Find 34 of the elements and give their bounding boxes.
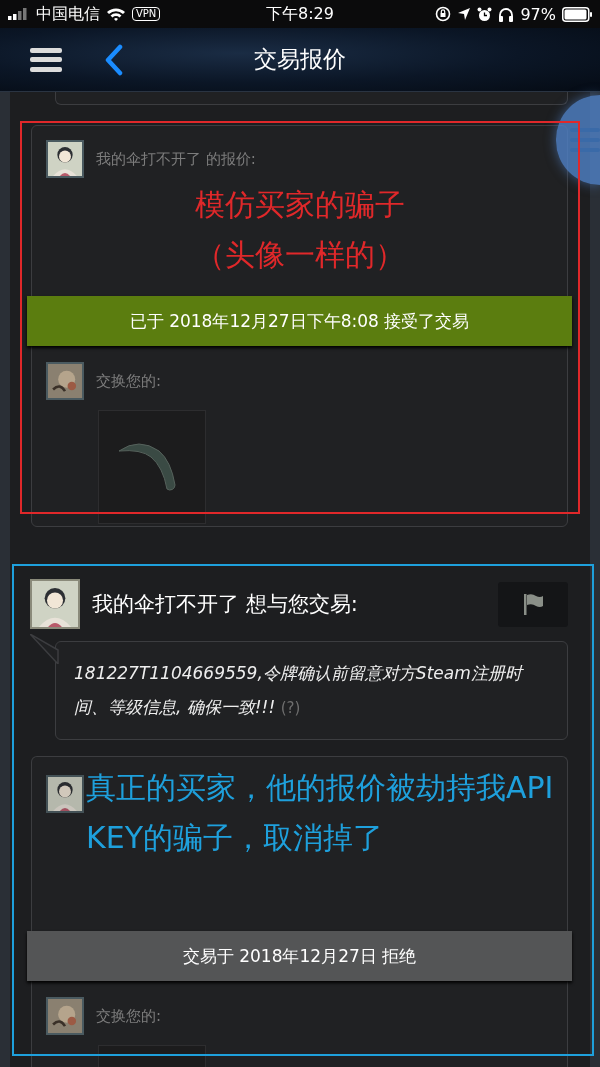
menu-icon[interactable] — [30, 47, 62, 72]
rotation-lock-icon — [435, 6, 452, 22]
carrier-name: 中国电信 — [36, 3, 100, 25]
battery-icon — [562, 6, 592, 22]
accepted-status-bar: 已于 2018年12月27日下午8:08 接受了交易 — [27, 296, 572, 346]
message-text: 181227T1104669559,令牌确认前留意对方Steam注册时间、等级信息, 确保一致!!! (?) — [74, 662, 525, 719]
annotation-text: 真正的买家，他的报价被劫持我API — [86, 769, 554, 807]
offer-heading: 我的伞打不开了 的报价: — [96, 149, 256, 169]
headphones-icon — [498, 6, 515, 22]
signal-icon — [8, 8, 30, 20]
vpn-badge: VPN — [132, 7, 161, 21]
alarm-icon — [477, 6, 493, 22]
avatar — [46, 362, 84, 400]
help-link[interactable]: (?) — [280, 699, 301, 717]
avatar — [46, 140, 84, 178]
page-title: 交易报价 — [253, 45, 347, 74]
annotation-text: 模仿买家的骗子 — [193, 186, 406, 224]
trade-request-title: 我的伞打不开了 想与您交易: — [92, 591, 358, 618]
flag-icon — [522, 593, 544, 615]
item-slot[interactable] — [98, 410, 206, 524]
annotation-text: （头像一样的） — [193, 236, 406, 274]
wifi-icon — [106, 7, 126, 21]
location-arrow-icon — [457, 7, 472, 21]
annotation-text: KEY的骗子，取消掉了 — [86, 819, 384, 857]
exchange-label: 交换您的: — [96, 1006, 162, 1026]
exchange-label: 交换您的: — [96, 371, 162, 391]
avatar — [46, 775, 84, 813]
declined-status-bar: 交易于 2018年12月27日 拒绝 — [27, 931, 572, 981]
report-button[interactable] — [498, 581, 568, 627]
clock-time: 下午8:29 — [266, 3, 334, 23]
avatar — [30, 579, 80, 629]
avatar — [46, 997, 84, 1035]
battery-percent: 97% — [520, 4, 556, 24]
back-button[interactable] — [104, 43, 124, 76]
